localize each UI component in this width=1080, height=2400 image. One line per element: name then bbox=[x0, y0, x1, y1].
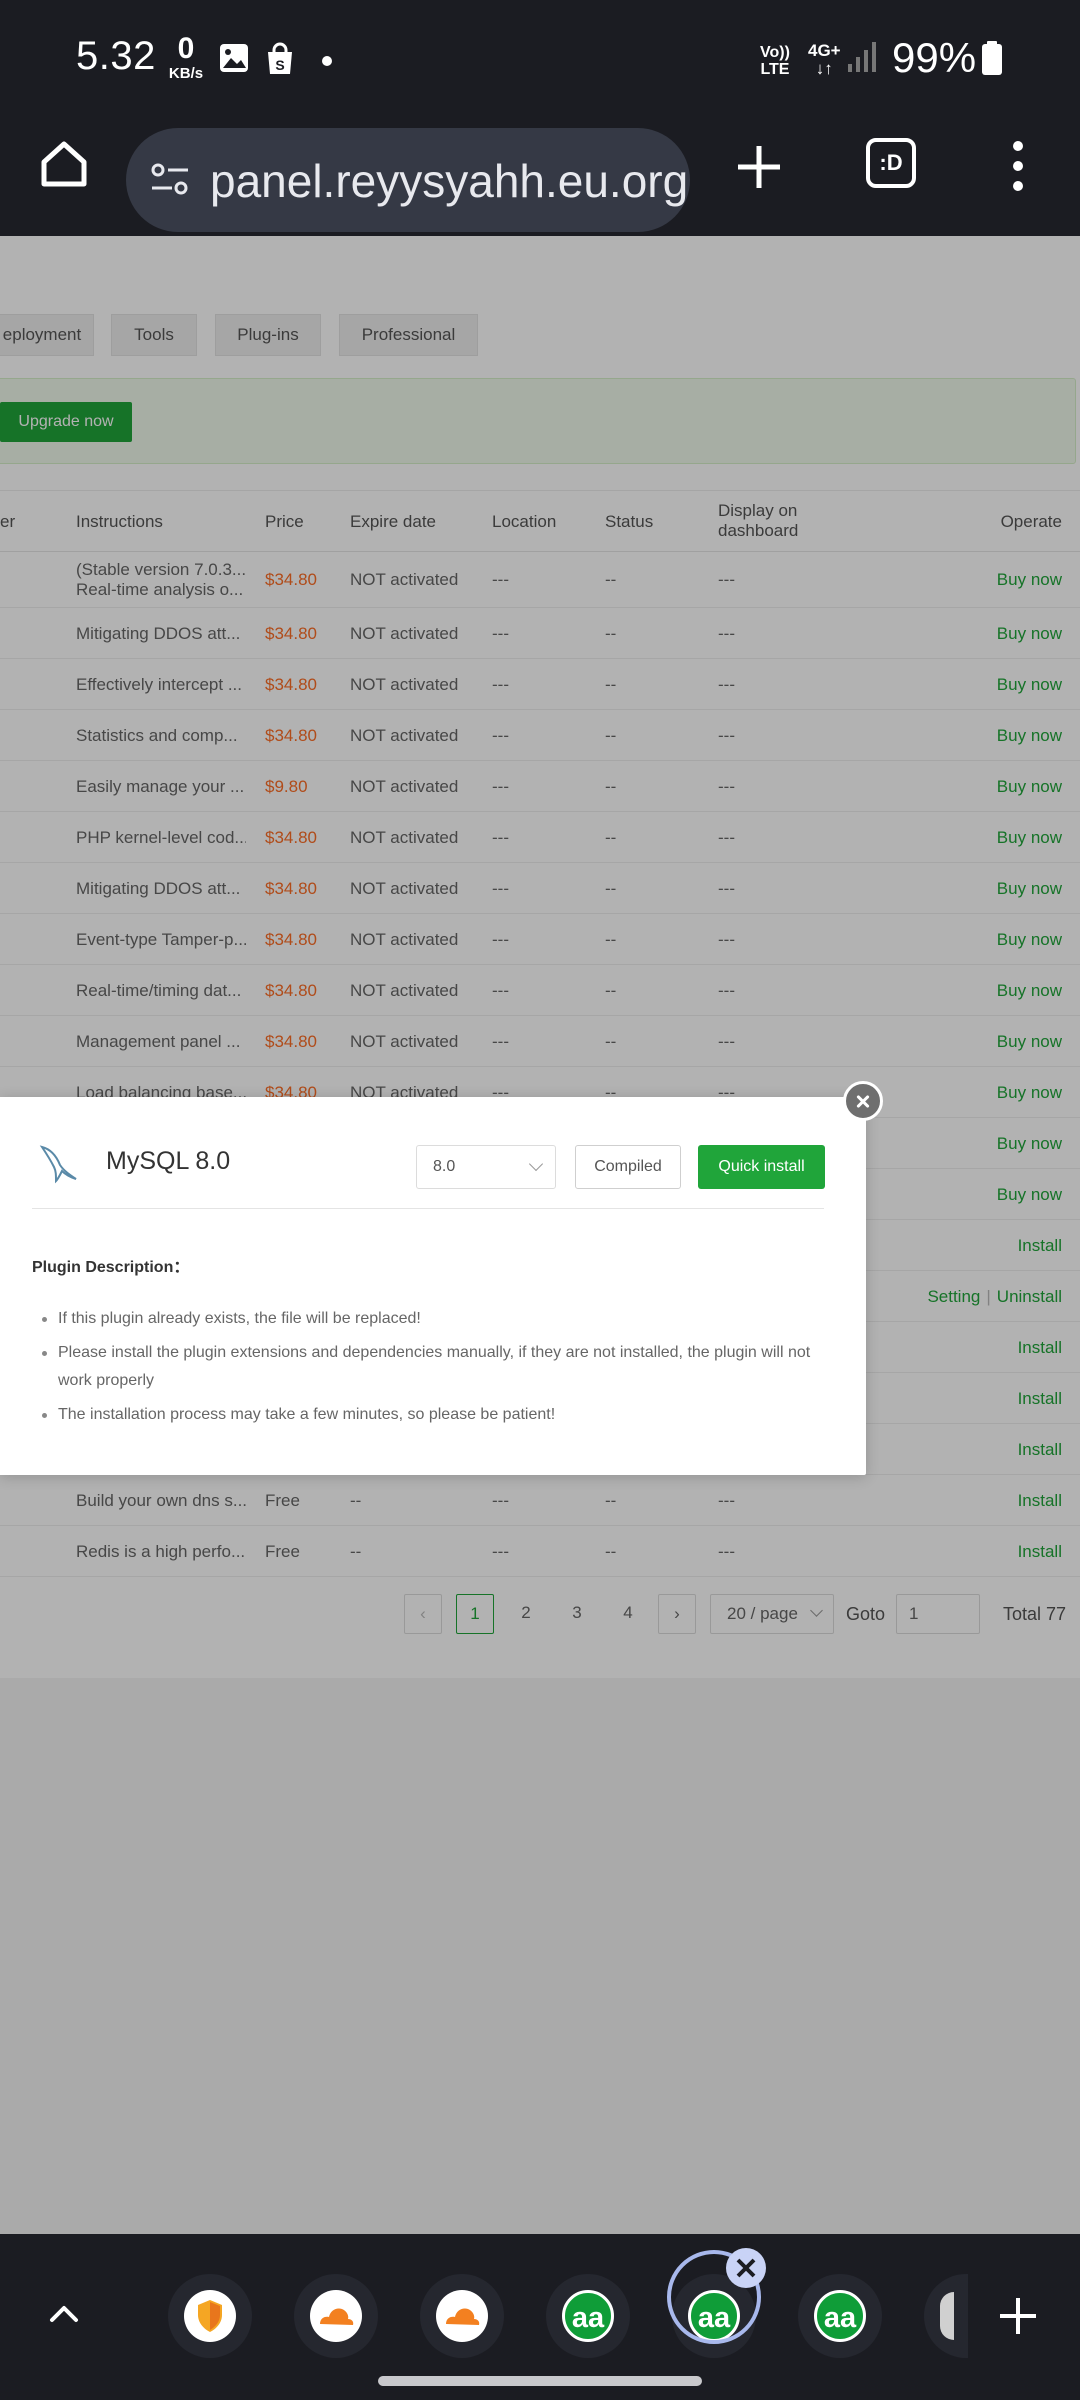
cloudflare-favicon bbox=[436, 2290, 488, 2342]
shield-favicon bbox=[184, 2290, 236, 2342]
volte-top: Vo)) bbox=[760, 44, 790, 61]
tab-switch-label: :D bbox=[879, 150, 903, 175]
quick-install-button[interactable]: Quick install bbox=[698, 1145, 825, 1189]
version-select[interactable]: 8.0 bbox=[416, 1145, 556, 1189]
home-indicator[interactable] bbox=[378, 2376, 702, 2386]
site-settings-icon[interactable] bbox=[148, 158, 192, 202]
net-speed: 0 KB/s bbox=[164, 32, 208, 82]
plugin-description-title: Plugin Description： bbox=[32, 1259, 190, 1276]
chevron-up-icon[interactable] bbox=[44, 2294, 84, 2334]
volte-bottom: LTE bbox=[760, 61, 790, 78]
tab-switch-icon[interactable]: :D bbox=[866, 138, 916, 188]
network-type-label: 4G+ bbox=[808, 41, 841, 60]
chevron-down-icon bbox=[528, 1156, 544, 1172]
data-arrows-icon: ↓↑ bbox=[815, 59, 833, 78]
net-speed-unit: KB/s bbox=[168, 65, 204, 82]
dialog-title: MySQL 8.0 bbox=[106, 1147, 231, 1175]
network-type: 4G+ ↓↑ bbox=[808, 42, 841, 78]
plugin-description-list: If this plugin already exists, the file … bbox=[32, 1305, 812, 1435]
status-bar: 5.32 0 KB/s S Vo)) LTE 4G+ ↓↑ 99% bbox=[0, 0, 1080, 118]
new-tab-plus-icon[interactable] bbox=[734, 142, 784, 192]
compiled-button[interactable]: Compiled bbox=[575, 1145, 681, 1189]
notification-dot bbox=[322, 56, 332, 66]
battery-percent: 99% bbox=[892, 34, 977, 81]
close-tab-icon[interactable] bbox=[726, 2248, 766, 2288]
dialog-divider bbox=[32, 1208, 824, 1209]
shopping-bag-icon: S bbox=[268, 42, 292, 74]
description-item: The installation process may take a few … bbox=[32, 1401, 812, 1429]
description-item: Please install the plugin extensions and… bbox=[32, 1339, 812, 1395]
mysql-dolphin-icon bbox=[39, 1145, 77, 1184]
home-icon[interactable] bbox=[36, 136, 92, 192]
web-page: eployment Tools Plug-ins Professional Up… bbox=[0, 236, 1080, 2234]
cloudflare-favicon bbox=[310, 2290, 362, 2342]
address-bar[interactable]: panel.reyysyahh.eu.org/s bbox=[126, 128, 690, 232]
signal-icon bbox=[848, 42, 876, 72]
close-dialog-icon[interactable] bbox=[843, 1081, 883, 1121]
battery-icon bbox=[982, 41, 1002, 75]
description-item: If this plugin already exists, the file … bbox=[32, 1305, 812, 1333]
aa-favicon: aa bbox=[562, 2290, 614, 2342]
gallery-icon bbox=[220, 44, 248, 72]
svg-text:S: S bbox=[275, 57, 284, 73]
aa-favicon: aa bbox=[814, 2290, 866, 2342]
new-tab-plus-icon[interactable] bbox=[996, 2294, 1040, 2338]
status-time: 5.32 bbox=[76, 34, 156, 78]
url-text: panel.reyysyahh.eu.org/s bbox=[210, 155, 690, 207]
plugin-install-dialog: MySQL 8.0 8.0 Compiled Quick install Plu… bbox=[0, 1097, 866, 1475]
partial-favicon bbox=[940, 2292, 954, 2340]
more-menu-icon[interactable] bbox=[1010, 138, 1026, 194]
browser-toolbar: panel.reyysyahh.eu.org/s :D bbox=[0, 118, 1080, 236]
volte-indicator: Vo)) LTE bbox=[760, 44, 790, 78]
net-speed-value: 0 bbox=[177, 32, 195, 65]
version-value: 8.0 bbox=[433, 1158, 456, 1175]
